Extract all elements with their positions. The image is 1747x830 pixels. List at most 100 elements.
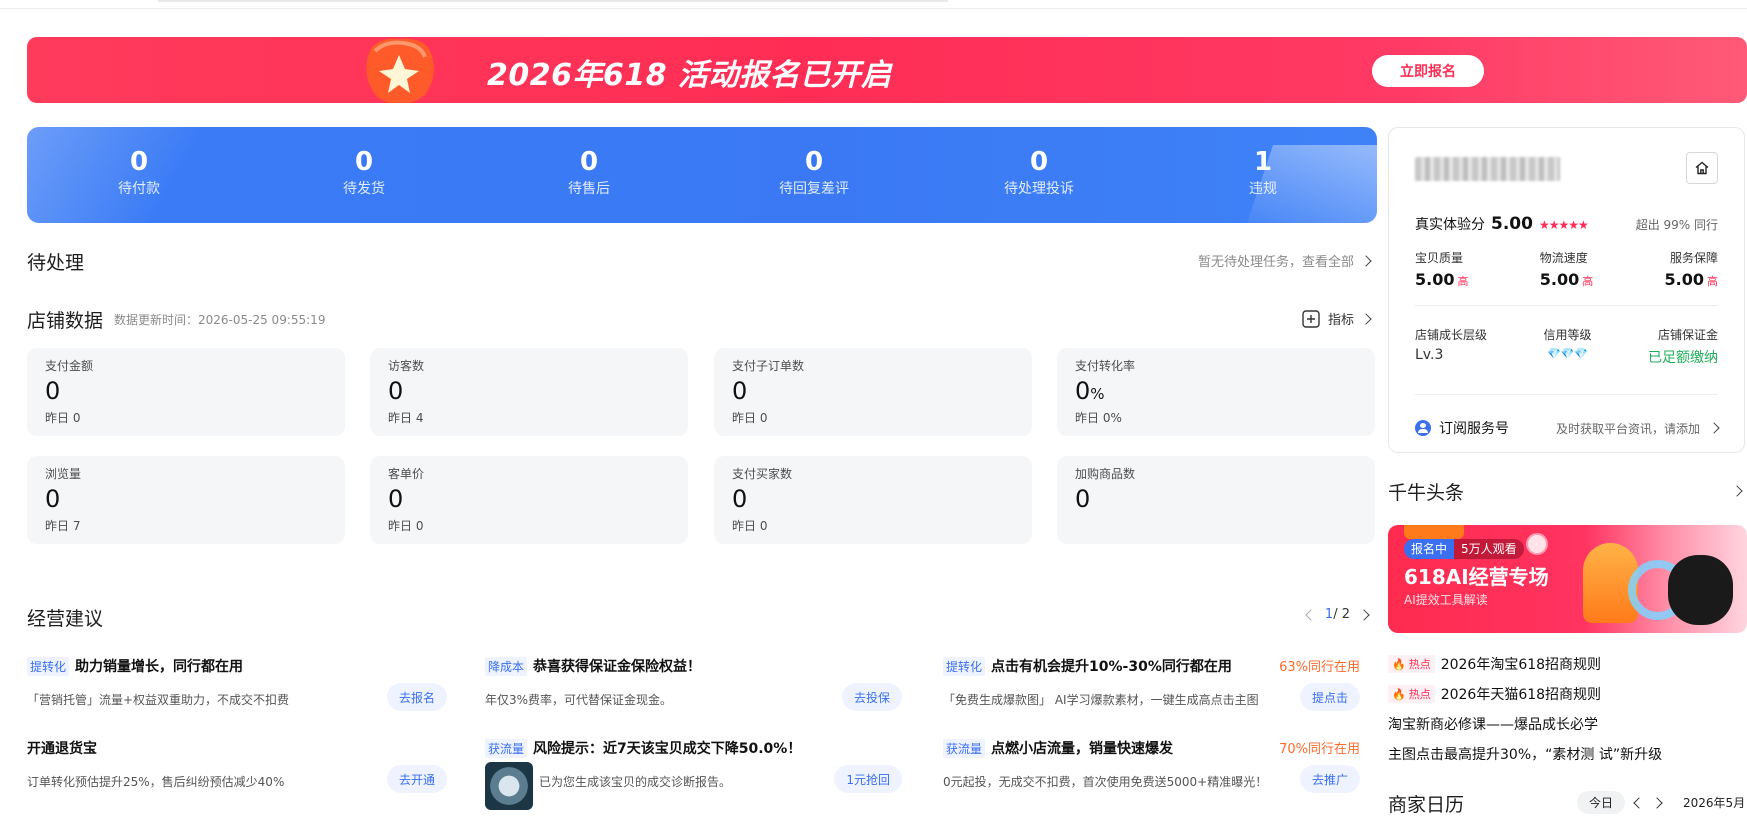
promo-banner[interactable]: 2026年618 活动报名已开启 立即报名 — [27, 37, 1747, 103]
metric-card-payment-amount[interactable]: 支付金额 0 昨日 0 — [27, 348, 345, 436]
advice-pager: 1/ 2 — [1305, 607, 1370, 622]
metric-card-conversion-rate[interactable]: 支付转化率 0% 昨日 0% — [1057, 348, 1375, 436]
stat-label: 待处理投诉 — [1004, 181, 1074, 197]
news-item[interactable]: 淘宝新商必修课——爆品成长必学 — [1388, 714, 1598, 734]
stat-pending-aftersale[interactable]: 0 待售后 — [489, 147, 689, 199]
stat-value: 0 — [129, 147, 149, 177]
advice-title-text: 风险提示：近7天该宝贝成交下降50.0%！ — [533, 741, 802, 757]
advice-tag: 获流量 — [943, 738, 986, 758]
news-item[interactable]: 🔥 热点 2026年天猫618招商规则 — [1388, 684, 1601, 704]
metric-yesterday: 昨日 7 — [45, 519, 81, 533]
advice-button[interactable]: 去投保 — [841, 683, 902, 711]
metrics-link[interactable]: 指标 — [1302, 309, 1372, 328]
qianniu-logo-tab — [1404, 525, 1464, 539]
metric-value: 0% — [1075, 377, 1105, 405]
advice-adoption-rate: 63%同行在用 — [1279, 660, 1360, 675]
stat-pending-payment[interactable]: 0 待付款 — [39, 147, 239, 199]
metric-title: 支付金额 — [45, 359, 94, 373]
advice-item[interactable]: 开通退货宝 订单转化预估提升25%，售后纠纷预估减少40% 去开通 — [27, 738, 447, 818]
rating-quality: 宝贝质量 5.00 高 — [1415, 251, 1469, 289]
advice-item[interactable]: 获流量 点燃小店流量，销量快速爆发 70%同行在用 0元起投，无成交不扣费，首次… — [943, 738, 1360, 818]
stat-value: 1 — [1253, 147, 1273, 177]
metric-title: 支付转化率 — [1075, 359, 1136, 373]
ad-subtitle: AI提效工具解读 — [1404, 593, 1488, 607]
metric-value: 0 — [388, 485, 404, 513]
advice-desc: 订单转化预估提升25%，售后纠纷预估减少40% — [27, 775, 285, 789]
shop-home-button[interactable] — [1686, 152, 1718, 184]
chevron-left-icon[interactable] — [1305, 608, 1317, 621]
pending-view-all-link[interactable]: 暂无待处理任务，查看全部 — [1198, 251, 1372, 270]
register-now-button[interactable]: 立即报名 — [1372, 55, 1484, 87]
stat-label: 违规 — [1249, 181, 1277, 197]
metric-card-paying-buyers[interactable]: 支付买家数 0 昨日 0 — [714, 456, 1032, 544]
avatar-badge-icon — [1526, 533, 1548, 555]
subscribe-service-row[interactable]: 订阅服务号 及时获取平台资讯，请添加 — [1415, 418, 1720, 438]
rating-breakdown: 宝贝质量 5.00 高 物流速度 5.00 高 服务保障 5.00 高 — [1415, 249, 1718, 289]
stat-pending-complaint[interactable]: 0 待处理投诉 — [939, 147, 1139, 199]
shop-deposit[interactable]: 店铺保证金 已足额缴纳 — [1648, 326, 1718, 367]
metric-title: 支付子订单数 — [732, 359, 805, 373]
live-status-pill: 报名中 5万人观看 — [1404, 539, 1524, 559]
advice-button[interactable]: 去报名 — [386, 683, 447, 711]
news-item[interactable]: 🔥 热点 2026年淘宝618招商规则 — [1388, 654, 1601, 674]
stat-pending-reply[interactable]: 0 待回复差评 — [714, 147, 914, 199]
advice-desc: 年仅3%费率，可代替保证金现金。 — [485, 693, 673, 707]
advice-item[interactable]: 提转化 点击有机会提升10%-30%同行都在用 63%同行在用 「免费生成爆款图… — [943, 656, 1360, 736]
advice-heading: 降成本 恭喜获得保证金保险权益！ — [485, 656, 902, 676]
advice-button[interactable]: 去推广 — [1299, 765, 1360, 793]
today-button[interactable]: 今日 — [1577, 791, 1626, 814]
advice-title: 经营建议 — [27, 608, 104, 630]
stat-value: 0 — [804, 147, 824, 177]
headlines-title: 千牛头条 — [1388, 482, 1465, 504]
advice-item[interactable]: 降成本 恭喜获得保证金保险权益！ 年仅3%费率，可代替保证金现金。 去投保 — [485, 656, 902, 736]
advice-tag: 提转化 — [27, 656, 70, 676]
advice-item[interactable]: 提转化 助力销量增长，同行都在用 「营销托管」流量+权益双重助力，不成交不扣费 … — [27, 656, 447, 736]
advice-tag: 提转化 — [943, 656, 986, 676]
news-item[interactable]: 主图点击最高提升30%，“素材测 试”新升级 — [1388, 744, 1662, 764]
experience-score-row[interactable]: 真实体验分 5.00 ★★★★★ 超出 99% 同行 — [1415, 214, 1718, 234]
advice-item[interactable]: 获流量 风险提示：近7天该宝贝成交下降50.0%！ 已为您生成该宝贝的成交诊断报… — [485, 738, 902, 818]
metric-card-visitors[interactable]: 访客数 0 昨日 4 — [370, 348, 688, 436]
subscribe-label: 订阅服务号 — [1439, 421, 1509, 437]
credit-level[interactable]: 信用等级 💎💎💎 — [1544, 326, 1592, 367]
stat-pending-shipment[interactable]: 0 待发货 — [264, 147, 464, 199]
shop-profile-card: 真实体验分 5.00 ★★★★★ 超出 99% 同行 宝贝质量 5.00 高 物流… — [1388, 127, 1745, 453]
chevron-right-icon — [1360, 312, 1372, 325]
score-value: 5.00 — [1491, 214, 1533, 234]
data-updated-time: 数据更新时间：2026-05-25 09:55:19 — [114, 313, 326, 327]
chevron-left-icon[interactable] — [1633, 796, 1645, 809]
advice-button[interactable]: 1元抢回 — [834, 765, 902, 793]
metric-yesterday: 昨日 0 — [732, 519, 768, 533]
home-icon — [1695, 161, 1709, 175]
metric-card-page-views[interactable]: 浏览量 0 昨日 7 — [27, 456, 345, 544]
stat-violations[interactable]: 1 违规 — [1163, 147, 1363, 199]
stat-label: 待售后 — [568, 181, 610, 197]
headline-ad-banner[interactable]: 报名中 5万人观看 618AI经营专场 AI提效工具解读 — [1388, 525, 1747, 633]
shop-data-title: 店铺数据 — [27, 310, 104, 332]
hot-tag: 🔥 热点 — [1388, 685, 1435, 703]
chevron-right-icon[interactable] — [1731, 485, 1743, 497]
chevron-right-icon[interactable] — [1358, 608, 1370, 621]
banner-title: 2026年618 活动报名已开启 — [487, 58, 892, 93]
advice-button[interactable]: 提点击 — [1299, 683, 1360, 711]
metric-card-avg-order-value[interactable]: 客单价 0 昨日 0 — [370, 456, 688, 544]
shop-level-row: 店铺成长层级 Lv.3 信用等级 💎💎💎 店铺保证金 已足额缴纳 — [1415, 326, 1718, 367]
stat-value: 0 — [354, 147, 374, 177]
fire-icon: 🔥 — [1392, 687, 1406, 701]
metric-card-sub-orders[interactable]: 支付子订单数 0 昨日 0 — [714, 348, 1032, 436]
chevron-right-icon[interactable] — [1651, 796, 1663, 809]
scroll-thumb[interactable] — [158, 0, 948, 2]
metric-card-cart-adds[interactable]: 加购商品数 0 — [1057, 456, 1375, 544]
stat-value: 0 — [1029, 147, 1049, 177]
advice-button[interactable]: 去开通 — [386, 765, 447, 793]
metric-yesterday: 昨日 0 — [45, 411, 81, 425]
stat-label: 待发货 — [343, 181, 385, 197]
growth-level[interactable]: 店铺成长层级 Lv.3 — [1415, 326, 1487, 367]
metric-value: 0 — [45, 377, 61, 405]
rating-logistics: 物流速度 5.00 高 — [1539, 251, 1594, 289]
advice-adoption-rate: 70%同行在用 — [1279, 742, 1360, 757]
metric-title: 浏览量 — [45, 467, 82, 481]
metrics-link-label: 指标 — [1327, 313, 1354, 328]
chevron-right-icon — [1360, 254, 1372, 267]
advice-title-text: 恭喜获得保证金保险权益！ — [533, 659, 702, 675]
